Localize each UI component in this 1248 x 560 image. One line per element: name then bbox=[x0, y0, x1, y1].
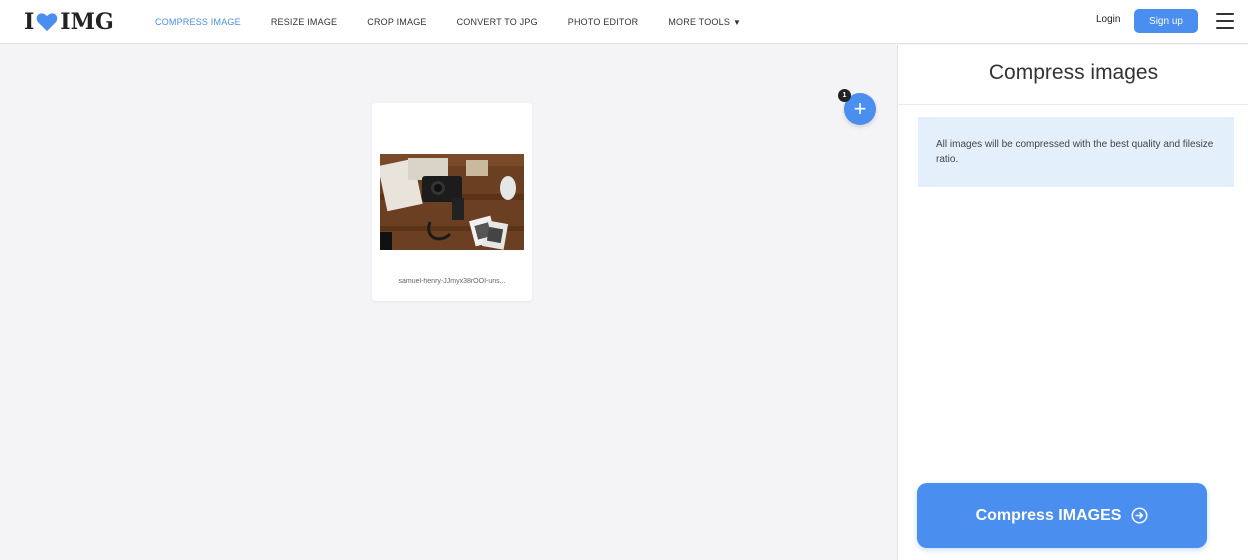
sidebar-title: Compress images bbox=[988, 61, 1159, 84]
login-link[interactable]: Login bbox=[1096, 14, 1120, 25]
nav-more-tools-label: More tools bbox=[668, 17, 731, 27]
info-message: All images will be compressed with the b… bbox=[918, 117, 1234, 187]
nav-compress-image[interactable]: Compress image bbox=[155, 17, 241, 27]
nav-photo-editor[interactable]: Photo editor bbox=[568, 17, 639, 27]
file-card[interactable]: samuel-henry-JJmyx38rOOI-uns... bbox=[372, 103, 532, 301]
options-sidebar: Compress images All images will be compr… bbox=[897, 45, 1248, 560]
file-name: samuel-henry-JJmyx38rOOI-uns... bbox=[398, 278, 506, 285]
main-nav: Compress image Resize image Crop image C… bbox=[155, 0, 771, 44]
nav-resize-image[interactable]: Resize image bbox=[271, 17, 337, 27]
heart-icon bbox=[37, 13, 58, 32]
nav-convert-to-jpg[interactable]: Convert to JPG bbox=[457, 17, 538, 27]
logo-prefix: I bbox=[24, 9, 35, 35]
arrow-circle-right-icon bbox=[1131, 507, 1148, 524]
logo[interactable]: I IMG bbox=[24, 9, 114, 35]
file-count-badge: 1 bbox=[838, 89, 851, 102]
caret-down-icon: ▼ bbox=[733, 18, 742, 27]
signup-button[interactable]: Sign up bbox=[1134, 9, 1198, 33]
compress-button-label: Compress IMAGES bbox=[975, 506, 1122, 524]
nav-more-tools[interactable]: More tools ▼ bbox=[668, 17, 741, 27]
logo-suffix: IMG bbox=[60, 9, 114, 35]
nav-crop-image[interactable]: Crop image bbox=[367, 17, 426, 27]
sidebar-divider bbox=[898, 104, 1248, 105]
workspace-area: samuel-henry-JJmyx38rOOI-uns... + 1 bbox=[0, 45, 897, 560]
hamburger-menu-icon[interactable] bbox=[1216, 13, 1234, 29]
top-navbar: I IMG Compress image Resize image Crop i… bbox=[0, 0, 1248, 44]
image-thumbnail bbox=[380, 154, 524, 250]
compress-images-button[interactable]: Compress IMAGES bbox=[917, 483, 1207, 548]
